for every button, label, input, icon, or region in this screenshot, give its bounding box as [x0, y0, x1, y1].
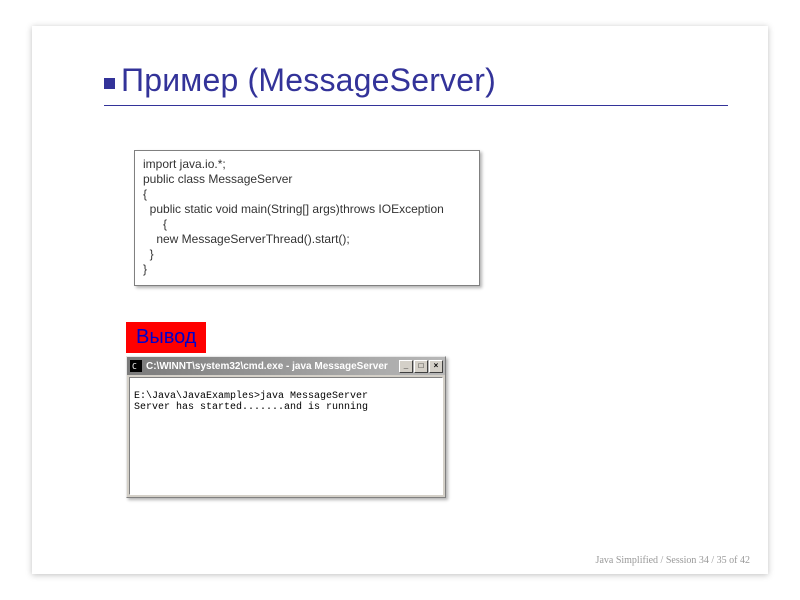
title-bullet-icon — [104, 78, 115, 89]
code-box: import java.io.*; public class MessageSe… — [134, 150, 480, 286]
console-title: C:\WINNT\system32\cmd.exe - java Message… — [146, 361, 395, 372]
console-titlebar: C C:\WINNT\system32\cmd.exe - java Messa… — [127, 357, 445, 375]
console-body: E:\Java\JavaExamples>java MessageServer … — [129, 377, 443, 495]
maximize-button[interactable]: □ — [414, 360, 428, 373]
slide: Пример (MessageServer) import java.io.*;… — [32, 26, 768, 574]
output-label: Вывод — [126, 322, 206, 353]
window-controls: _ □ × — [399, 360, 443, 373]
svg-text:C: C — [132, 362, 137, 371]
slide-title: Пример (MessageServer) — [121, 62, 496, 99]
footer-text: Java Simplified / Session 34 / 35 of 42 — [596, 555, 750, 566]
console-window: C C:\WINNT\system32\cmd.exe - java Messa… — [126, 356, 446, 498]
title-area: Пример (MessageServer) — [104, 62, 728, 106]
minimize-button[interactable]: _ — [399, 360, 413, 373]
title-rule — [104, 105, 728, 106]
close-button[interactable]: × — [429, 360, 443, 373]
cmd-icon: C — [130, 360, 142, 372]
